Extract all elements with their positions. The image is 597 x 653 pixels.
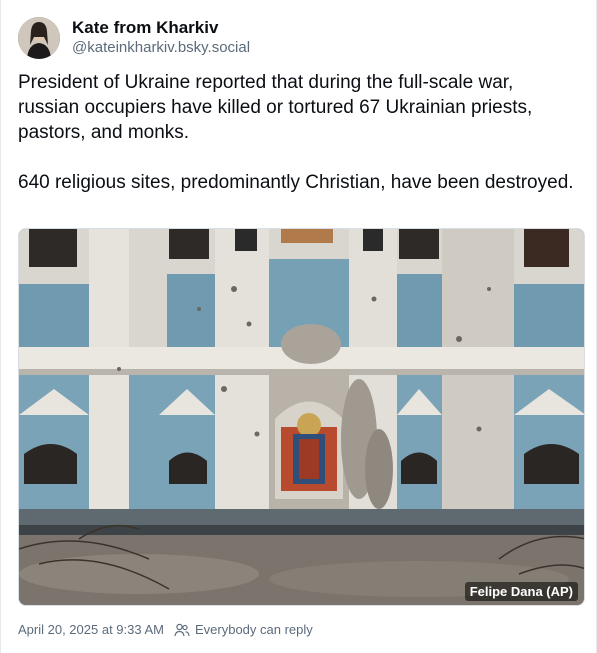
post-paragraph: 640 religious sites, predominantly Chris… xyxy=(18,172,574,193)
post-card: Kate from Kharkiv @kateinkharkiv.bsky.so… xyxy=(0,0,597,653)
post-text: President of Ukraine reported that durin… xyxy=(18,70,578,195)
people-icon xyxy=(174,623,190,636)
author-display-name[interactable]: Kate from Kharkiv xyxy=(72,18,250,38)
post-timestamp[interactable]: April 20, 2025 at 9:33 AM xyxy=(18,622,164,637)
post-image[interactable]: Felipe Dana (AP) xyxy=(18,228,585,606)
author-names: Kate from Kharkiv @kateinkharkiv.bsky.so… xyxy=(72,18,250,58)
post-header: Kate from Kharkiv @kateinkharkiv.bsky.so… xyxy=(18,16,250,60)
author-handle[interactable]: @kateinkharkiv.bsky.social xyxy=(72,38,250,58)
avatar-photo-icon xyxy=(18,17,60,59)
post-meta: April 20, 2025 at 9:33 AM Everybody can … xyxy=(18,622,313,637)
reply-setting: Everybody can reply xyxy=(174,622,313,637)
reply-setting-label: Everybody can reply xyxy=(194,622,313,637)
photo-credit: Felipe Dana (AP) xyxy=(464,582,578,601)
post-paragraph: President of Ukraine reported that durin… xyxy=(18,72,533,143)
damaged-church-photo-icon xyxy=(19,229,584,605)
avatar[interactable] xyxy=(18,17,60,59)
